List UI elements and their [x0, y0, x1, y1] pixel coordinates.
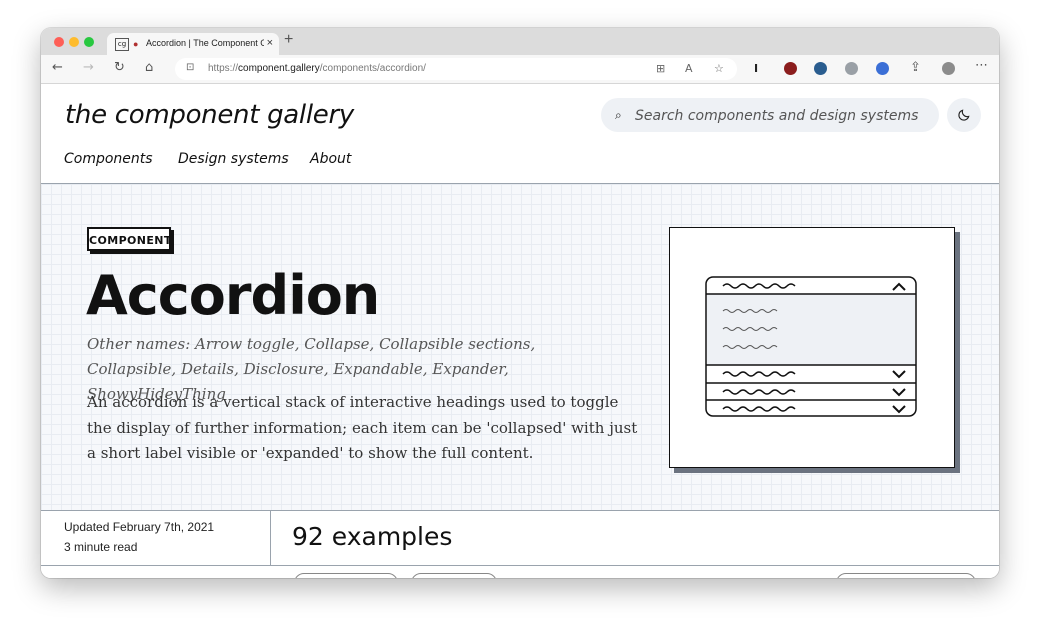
extension-gray-icon[interactable] — [845, 62, 858, 75]
updated-date: Updated February 7th, 2021 — [64, 520, 215, 534]
tab-close-icon[interactable]: × — [267, 37, 273, 49]
more-menu-icon[interactable]: ⋯ — [975, 58, 988, 73]
nav-about[interactable]: About — [310, 151, 351, 167]
address-bar[interactable]: ⊡ https://component.gallery/components/a… — [175, 58, 737, 80]
page-content: the component gallery ⌕ Search component… — [41, 84, 999, 578]
hero-section: COMPONENT Accordion Other names: Arrow t… — [41, 184, 999, 511]
meta-divider — [41, 565, 999, 566]
read-aloud-icon[interactable]: A — [685, 62, 693, 75]
filter-pill-1[interactable] — [294, 573, 398, 578]
back-arrow-icon[interactable]: ← — [52, 60, 63, 75]
url-text[interactable]: https://component.gallery/components/acc… — [208, 63, 426, 74]
examples-count: 92 examples — [292, 522, 453, 551]
browser-window: cg ● Accordion | The Component Gallery ×… — [41, 28, 999, 578]
zoom-window-button[interactable] — [84, 37, 94, 47]
accordion-illustration — [669, 227, 955, 468]
extension-c-icon[interactable] — [814, 62, 827, 75]
nav-components[interactable]: Components — [64, 151, 153, 167]
lock-icon[interactable]: ⊡ — [186, 62, 194, 73]
component-badge: COMPONENT — [87, 227, 171, 251]
extension-shield-icon[interactable] — [784, 62, 797, 75]
site-logo[interactable]: the component gallery — [65, 100, 354, 130]
browser-tab[interactable]: cg ● Accordion | The Component Gallery × — [107, 33, 279, 55]
tab-audio-icon: ● — [133, 39, 139, 49]
minimize-window-button[interactable] — [69, 37, 79, 47]
extension-blue-icon[interactable] — [876, 62, 889, 75]
filter-pill-2[interactable] — [411, 573, 497, 578]
accordion-illustration-graphic — [705, 276, 917, 417]
search-icon: ⌕ — [615, 108, 622, 122]
sort-pill[interactable] — [836, 573, 976, 578]
reload-icon[interactable]: ↻ — [114, 60, 125, 75]
meta-row: Updated February 7th, 2021 3 minute read… — [41, 510, 999, 578]
new-tab-button[interactable]: + — [284, 31, 293, 49]
search-placeholder: Search components and design systems — [635, 108, 919, 124]
read-time: 3 minute read — [64, 540, 138, 554]
browser-toolbar: ← → ↻ ⌂ ⊡ https://component.gallery/comp… — [41, 55, 999, 84]
component-description: An accordion is a vertical stack of inte… — [87, 393, 638, 462]
share-icon[interactable]: ⇪ — [910, 60, 921, 75]
tab-strip: cg ● Accordion | The Component Gallery ×… — [41, 28, 999, 55]
favorite-star-icon[interactable]: ☆ — [714, 62, 724, 75]
home-icon[interactable]: ⌂ — [145, 60, 153, 75]
meta-info: Updated February 7th, 2021 3 minute read — [41, 511, 271, 566]
close-window-button[interactable] — [54, 37, 64, 47]
apps-icon[interactable]: ⊞ — [656, 62, 665, 75]
forward-arrow-icon[interactable]: → — [83, 60, 94, 75]
theme-toggle-button[interactable] — [947, 98, 981, 132]
profile-avatar[interactable] — [942, 62, 955, 75]
nav-design-systems[interactable]: Design systems — [178, 151, 289, 167]
search-input[interactable]: ⌕ Search components and design systems — [601, 98, 939, 132]
extension-i-icon[interactable]: I — [754, 62, 758, 75]
site-favicon-icon: cg — [115, 38, 129, 51]
page-title: Accordion — [86, 264, 380, 327]
tab-title: Accordion | The Component Gallery — [146, 38, 264, 48]
moon-icon — [958, 109, 970, 121]
